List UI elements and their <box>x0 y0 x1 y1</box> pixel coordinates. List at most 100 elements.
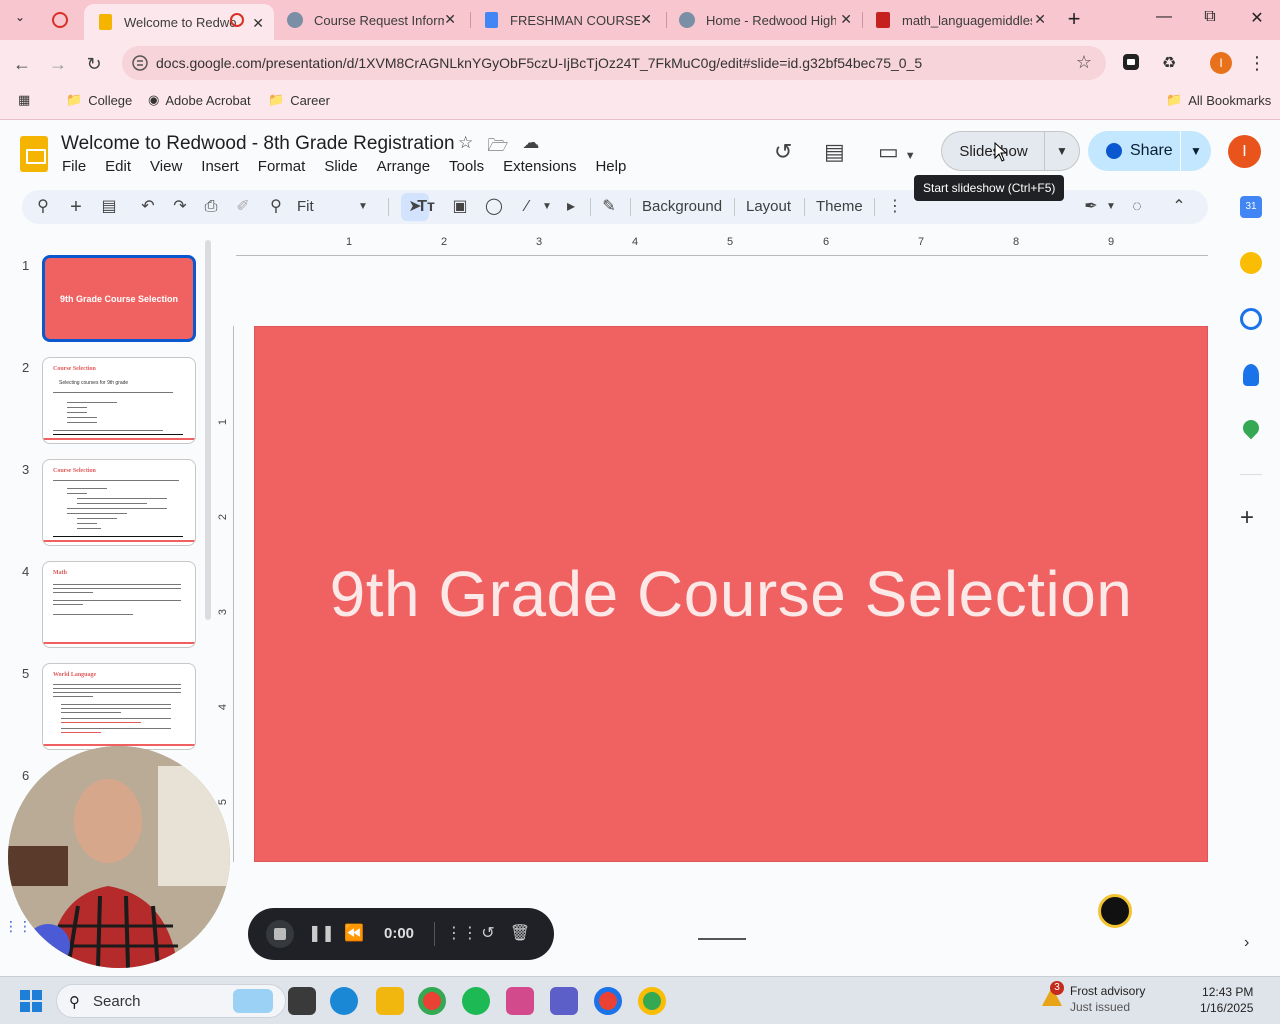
text-box-icon[interactable]: Tт <box>415 196 437 218</box>
slideshow-button[interactable]: Slideshow <box>941 131 1045 171</box>
keep-icon[interactable] <box>1240 252 1262 274</box>
tab-freshman-courses[interactable]: FRESHMAN COURSES 2 ✕ <box>482 0 672 40</box>
restore-icon[interactable]: ⧉ <box>1198 8 1222 26</box>
bookmark-college[interactable]: 📁 College <box>66 92 132 108</box>
taskbar-search[interactable]: ⚲ Search <box>56 984 286 1018</box>
print-icon[interactable]: ⎙ <box>200 196 222 218</box>
zoom-dropdown-icon[interactable]: ▼ <box>352 196 374 218</box>
slide-thumbnail-2[interactable]: Course Selection Selecting courses for 9… <box>42 357 196 444</box>
version-history-icon[interactable]: ↺ <box>774 139 792 165</box>
new-slide-icon[interactable]: + <box>65 196 87 218</box>
restart-icon[interactable]: ↺ <box>476 922 500 946</box>
new-tab-icon[interactable]: + <box>1062 6 1086 32</box>
share-dropdown-icon[interactable]: ▼ <box>1181 131 1211 171</box>
tab-close-icon[interactable]: ✕ <box>252 15 264 32</box>
zoom-select[interactable]: Fit <box>297 198 314 215</box>
close-window-icon[interactable]: ✕ <box>1245 8 1269 28</box>
expand-panel-icon[interactable]: › <box>1244 934 1249 952</box>
calendar-icon[interactable]: 31 <box>1240 196 1262 218</box>
omnibox[interactable]: docs.google.com/presentation/d/1XVM8CrAG… <box>122 46 1106 80</box>
tab-home-redwood-high[interactable]: Home - Redwood High ✕ <box>678 0 868 40</box>
pen-tool-icon[interactable]: ✒ <box>1080 196 1102 218</box>
theme-button[interactable]: Theme <box>816 198 863 215</box>
bookmark-star-icon[interactable]: ☆ <box>1076 52 1092 73</box>
extension-recorder-icon[interactable] <box>1120 53 1142 75</box>
pen-dropdown-icon[interactable]: ▼ <box>1100 196 1122 218</box>
collapse-toolbar-icon[interactable]: ⌃ <box>1168 196 1190 218</box>
shape-icon[interactable]: ◯ <box>483 196 505 218</box>
apps-grid-icon[interactable]: ▦ <box>18 92 36 108</box>
edge-icon[interactable] <box>330 987 358 1015</box>
slides-logo-icon[interactable] <box>20 136 48 172</box>
insert-image-icon[interactable]: ▣ <box>449 196 471 218</box>
chrome-icon[interactable] <box>418 987 446 1015</box>
tasks-icon[interactable] <box>1240 308 1262 330</box>
filmstrip-scrollbar[interactable] <box>205 240 211 620</box>
account-avatar[interactable]: I <box>1228 135 1261 168</box>
contacts-icon[interactable] <box>1243 364 1259 386</box>
back-icon[interactable]: ← <box>10 52 34 76</box>
menu-view[interactable]: View <box>150 158 182 175</box>
minimize-icon[interactable]: — <box>1152 8 1176 26</box>
menu-format[interactable]: Format <box>258 158 306 175</box>
menu-file[interactable]: File <box>62 158 86 175</box>
clock[interactable]: 12:43 PM 1/16/2025 <box>1200 984 1253 1016</box>
tab-close-icon[interactable]: ✕ <box>1034 11 1046 28</box>
bookmark-career[interactable]: 📁 Career <box>268 92 330 108</box>
stop-button[interactable] <box>266 920 294 948</box>
reload-icon[interactable]: ↻ <box>82 52 106 76</box>
get-addons-icon[interactable]: + <box>1240 504 1254 532</box>
drag-grid-icon[interactable]: ⋮⋮ <box>446 922 478 946</box>
all-bookmarks[interactable]: 📁 All Bookmarks <box>1166 92 1271 108</box>
webcam-bubble[interactable] <box>8 746 230 968</box>
maps-icon[interactable] <box>1239 416 1263 440</box>
spotify-icon[interactable] <box>462 987 490 1015</box>
pause-icon[interactable]: ❚❚ <box>308 922 335 946</box>
slide-canvas[interactable]: 9th Grade Course Selection <box>254 326 1208 862</box>
recorder-extension-icon[interactable] <box>1098 894 1132 928</box>
site-info-icon[interactable] <box>132 55 148 71</box>
browser-menu-icon[interactable]: ⋮ <box>1246 52 1268 74</box>
line-dropdown-icon[interactable]: ▼ <box>536 196 558 218</box>
rewind-icon[interactable]: ⏪ <box>342 922 366 946</box>
menu-help[interactable]: Help <box>595 158 626 175</box>
line-icon[interactable]: ∕ <box>516 196 538 218</box>
tab-welcome-to-redwood[interactable]: Welcome to Redwo ✕ <box>84 4 274 40</box>
share-button[interactable]: Share <box>1088 131 1180 171</box>
zoom-icon[interactable]: ⚲ <box>265 196 287 218</box>
tab-math-language[interactable]: math_languagemiddles ✕ <box>874 0 1064 40</box>
tab-close-icon[interactable]: ✕ <box>840 11 852 28</box>
chrome-profile-2-icon[interactable] <box>638 987 666 1015</box>
undo-icon[interactable]: ↶ <box>137 196 159 218</box>
menu-insert[interactable]: Insert <box>201 158 239 175</box>
menu-slide[interactable]: Slide <box>324 158 357 175</box>
comments-icon[interactable]: ▤ <box>824 139 845 165</box>
menu-arrange[interactable]: Arrange <box>377 158 430 175</box>
extensions-puzzle-icon[interactable]: ♻ <box>1158 53 1180 75</box>
menu-tools[interactable]: Tools <box>449 158 484 175</box>
tab-search-chevron-icon[interactable]: ⌄ <box>8 10 32 24</box>
drag-handle-icon[interactable]: ⋮⋮ <box>4 918 32 935</box>
new-slide-layout-icon[interactable]: ▤ <box>98 196 120 218</box>
task-view-icon[interactable] <box>288 987 316 1015</box>
teams-icon[interactable] <box>550 987 578 1015</box>
forward-icon[interactable]: → <box>46 52 70 76</box>
slide-title[interactable]: 9th Grade Course Selection <box>330 557 1133 631</box>
file-explorer-icon[interactable] <box>376 987 404 1015</box>
search-menus-icon[interactable]: ⚲ <box>32 196 54 218</box>
tab-close-icon[interactable]: ✕ <box>444 11 456 28</box>
browser-profile-avatar[interactable]: I <box>1210 52 1232 74</box>
bookmark-adobe-acrobat[interactable]: ◉ Adobe Acrobat <box>148 92 251 108</box>
video-icon[interactable]: ▸ <box>560 196 582 218</box>
slide-thumbnail-1[interactable]: 9th Grade Course Selection <box>42 255 196 342</box>
paint-format-icon[interactable]: ✐ <box>232 196 254 218</box>
more-options-icon[interactable]: ⋮ <box>884 196 906 218</box>
slideshow-dropdown-icon[interactable]: ▼ <box>1044 131 1080 171</box>
background-button[interactable]: Background <box>642 198 722 215</box>
redo-icon[interactable]: ↷ <box>169 196 191 218</box>
transition-icon[interactable]: ◌ <box>1126 196 1148 218</box>
layout-button[interactable]: Layout <box>746 198 791 215</box>
add-comment-icon[interactable]: ✎ <box>598 196 620 218</box>
weather-widget[interactable]: Frost advisory Just issued <box>1070 983 1145 1015</box>
slide-thumbnail-5[interactable]: World Language <box>42 663 196 750</box>
